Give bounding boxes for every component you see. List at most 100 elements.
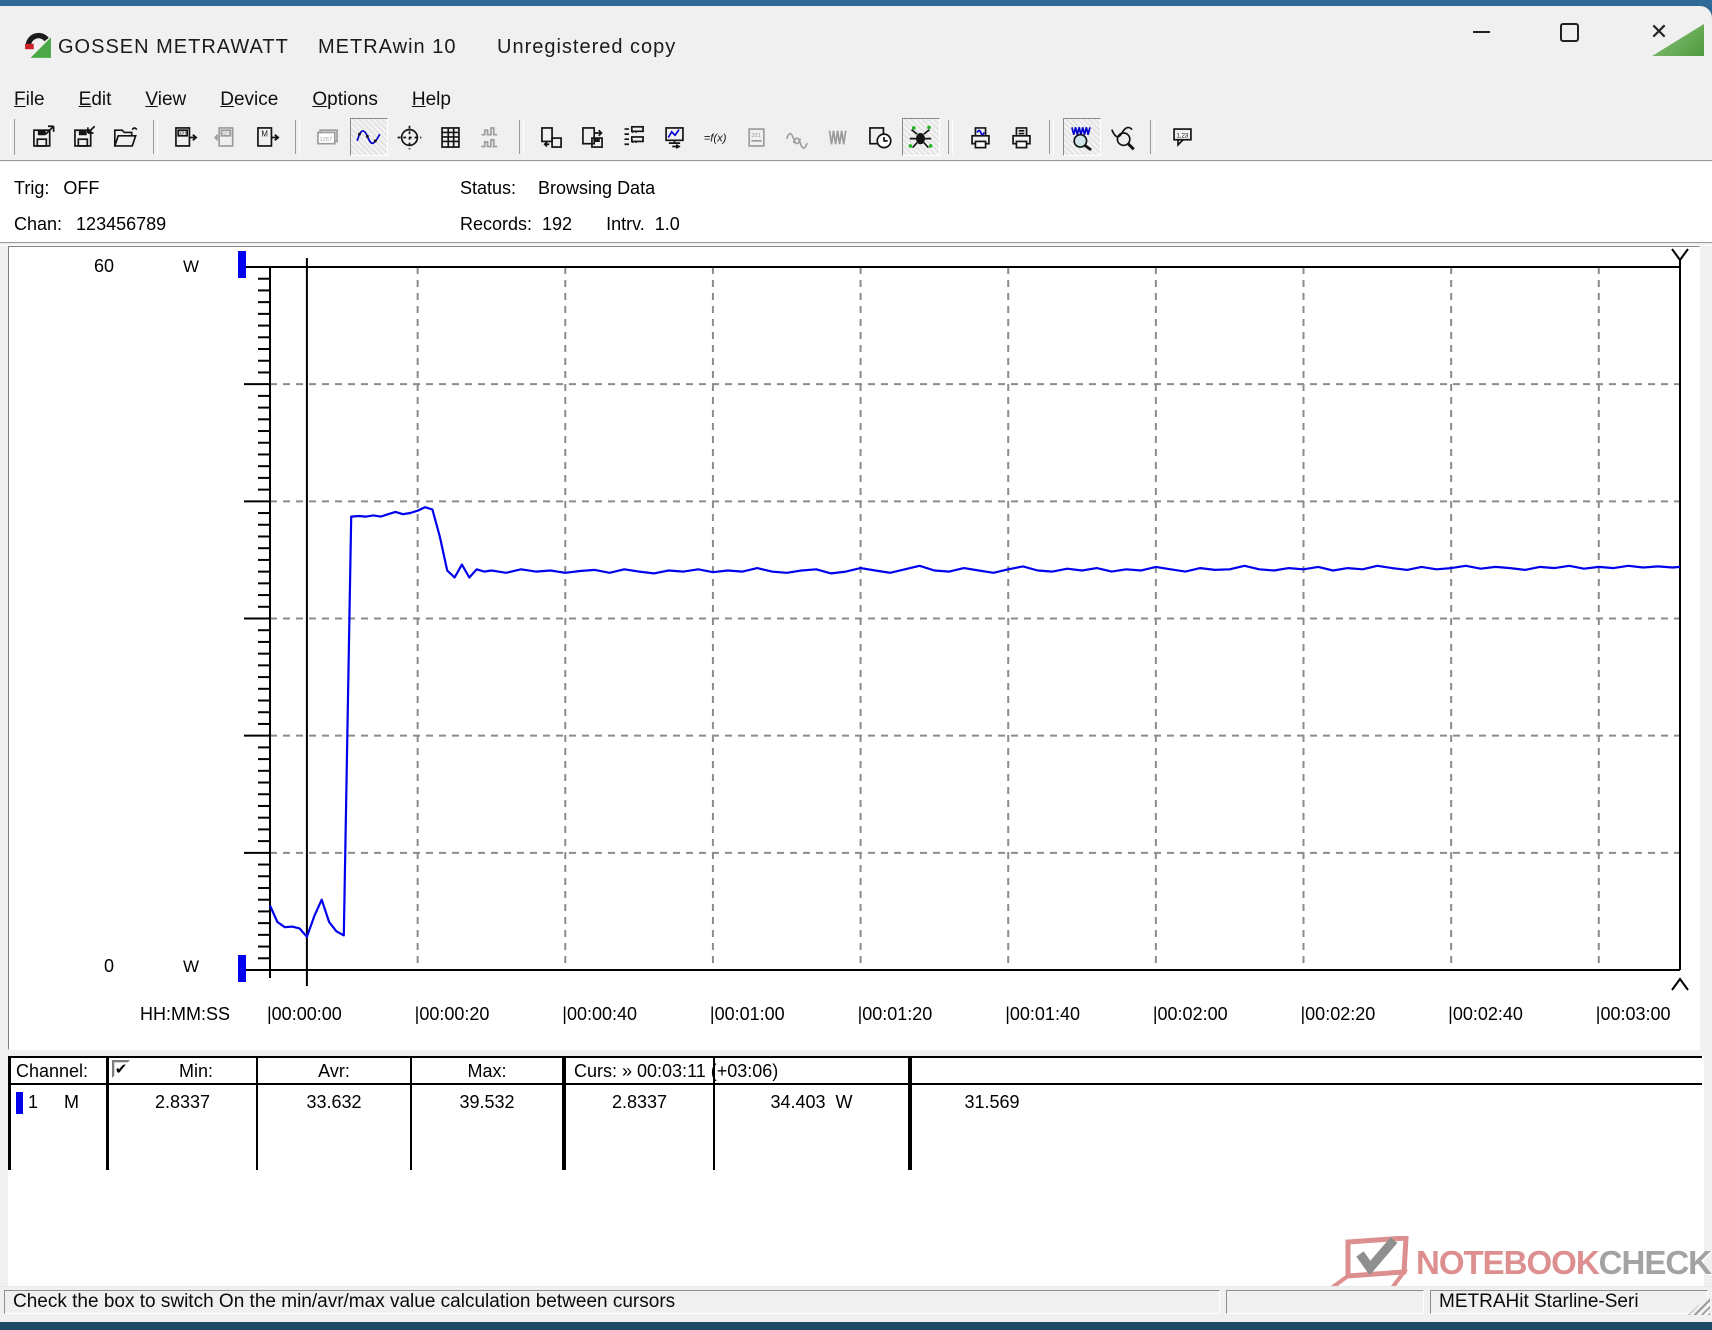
minmax-checkbox[interactable]: ✔ bbox=[112, 1060, 130, 1078]
envelope-curve-button bbox=[820, 118, 858, 156]
maximize-button[interactable] bbox=[1540, 12, 1598, 52]
numeric-display-button: 321 bbox=[738, 118, 776, 156]
menu-item-edit[interactable]: Edit bbox=[79, 89, 112, 111]
svg-text:321: 321 bbox=[179, 131, 188, 137]
desktop: GOSSEN METRAWATT METRAwin 10 Unregistere… bbox=[0, 0, 1712, 1330]
chart-view-button[interactable] bbox=[350, 118, 388, 156]
sampling-settings-icon bbox=[907, 124, 934, 151]
status-device-name: METRAHit Starline-Seri bbox=[1430, 1290, 1708, 1314]
gossen-metrawatt-logo-icon bbox=[24, 32, 52, 60]
table-view-button[interactable] bbox=[432, 118, 470, 156]
dual-curve-button bbox=[779, 118, 817, 156]
monitor-view-icon bbox=[661, 124, 688, 151]
menu-item-options[interactable]: Options bbox=[312, 89, 377, 111]
toolbar: 321 321 M 1257 =f(x) 321 1,23 bbox=[0, 114, 1712, 160]
print-button[interactable] bbox=[1003, 118, 1041, 156]
trig-value: OFF bbox=[63, 178, 99, 199]
svg-text:321: 321 bbox=[751, 132, 760, 138]
read-from-device-button[interactable]: 321 bbox=[167, 118, 205, 156]
chart-view-icon bbox=[355, 124, 382, 151]
svg-text:1257: 1257 bbox=[320, 136, 332, 142]
statistics-view-icon bbox=[478, 124, 505, 151]
time-settings-button[interactable] bbox=[861, 118, 899, 156]
value-tooltip-button[interactable]: 1,23 bbox=[1164, 118, 1202, 156]
zoom-curve-icon bbox=[1109, 124, 1136, 151]
cell-cursor2-value: 34.403 W bbox=[715, 1092, 908, 1113]
status-segment-empty bbox=[1226, 1290, 1424, 1314]
menu-item-view[interactable]: View bbox=[145, 89, 186, 111]
cell-cursor-average: 31.569 bbox=[912, 1092, 1072, 1113]
menu-item-help[interactable]: Help bbox=[412, 89, 451, 111]
table-header-avr: Avr: bbox=[258, 1061, 410, 1082]
toolbar-grip[interactable] bbox=[10, 119, 15, 155]
print-icon bbox=[1008, 124, 1035, 151]
toolbar-separator bbox=[153, 120, 158, 154]
close-icon: ✕ bbox=[1650, 21, 1668, 43]
toolbar-separator bbox=[1049, 120, 1054, 154]
open-file-icon bbox=[112, 124, 139, 151]
minimize-button[interactable] bbox=[1452, 12, 1510, 52]
open-file-button[interactable] bbox=[107, 118, 145, 156]
multimeter-display-icon: 1257 bbox=[314, 124, 341, 151]
cell-channel-number: 1 bbox=[28, 1092, 38, 1113]
table-divider bbox=[106, 1056, 109, 1170]
status-value: Browsing Data bbox=[538, 178, 655, 199]
cursor-crosshair-button[interactable] bbox=[391, 118, 429, 156]
store-configuration-button[interactable] bbox=[574, 118, 612, 156]
toolbar-separator bbox=[948, 120, 953, 154]
table-divider bbox=[8, 1056, 11, 1170]
title-brand: GOSSEN METRAWATT bbox=[58, 36, 289, 59]
menu-bar: File Edit View Device Options Help bbox=[0, 84, 1712, 116]
table-header-max: Max: bbox=[412, 1061, 562, 1082]
print-preview-button[interactable] bbox=[962, 118, 1000, 156]
save-as-button[interactable] bbox=[66, 118, 104, 156]
title-app-name: METRAwin 10 bbox=[318, 36, 456, 59]
envelope-curve-icon bbox=[825, 124, 852, 151]
table-header-underline bbox=[8, 1083, 1702, 1085]
dual-curve-icon bbox=[784, 124, 811, 151]
table-border bbox=[8, 1056, 1702, 1058]
table-header-channel: Channel: bbox=[16, 1061, 88, 1082]
save-file-icon bbox=[30, 124, 57, 151]
title-bar: GOSSEN METRAWATT METRAwin 10 Unregistere… bbox=[0, 6, 1712, 84]
zoom-curve-button[interactable] bbox=[1104, 118, 1142, 156]
read-device-memory-icon: 321 bbox=[213, 124, 240, 151]
menu-item-file[interactable]: File bbox=[14, 89, 45, 111]
channel-settings-button[interactable] bbox=[615, 118, 653, 156]
cursor-crosshair-icon bbox=[396, 124, 423, 151]
read-from-device-icon: 321 bbox=[172, 124, 199, 151]
taskbar-edge bbox=[0, 1322, 1712, 1330]
zoom-time-button[interactable] bbox=[1063, 118, 1101, 156]
table-divider bbox=[908, 1056, 912, 1170]
cell-min: 2.8337 bbox=[109, 1092, 256, 1113]
sampling-settings-button[interactable] bbox=[902, 118, 940, 156]
numeric-display-icon: 321 bbox=[743, 124, 770, 151]
interval-label: Intrv. bbox=[606, 214, 645, 235]
records-label: Records: bbox=[460, 214, 532, 235]
formula-editor-button[interactable]: =f(x) bbox=[697, 118, 735, 156]
channel-settings-icon bbox=[620, 124, 647, 151]
store-configuration-icon bbox=[579, 124, 606, 151]
status-message: Check the box to switch On the min/avr/m… bbox=[4, 1290, 1220, 1314]
statistics-view-button bbox=[473, 118, 511, 156]
value-tooltip-icon: 1,23 bbox=[1169, 124, 1196, 151]
chart-panel[interactable] bbox=[8, 246, 1700, 1050]
svg-text:M: M bbox=[261, 129, 268, 138]
status-bar: Check the box to switch On the min/avr/m… bbox=[0, 1286, 1712, 1317]
menu-item-device[interactable]: Device bbox=[220, 89, 278, 111]
send-to-device-button[interactable]: M bbox=[249, 118, 287, 156]
multimeter-display-button: 1257 bbox=[309, 118, 347, 156]
send-to-device-icon: M bbox=[254, 124, 281, 151]
trig-label: Trig: bbox=[14, 178, 49, 199]
table-view-icon bbox=[437, 124, 464, 151]
cell-max: 39.532 bbox=[412, 1092, 562, 1113]
chan-label: Chan: bbox=[14, 214, 62, 235]
save-file-button[interactable] bbox=[25, 118, 63, 156]
export-data-button[interactable] bbox=[533, 118, 571, 156]
save-as-icon bbox=[71, 124, 98, 151]
toolbar-separator bbox=[295, 120, 300, 154]
info-panel: Trig: OFF Chan: 123456789 Status: Browsi… bbox=[0, 162, 1712, 242]
status-label: Status: bbox=[460, 178, 516, 199]
monitor-view-button[interactable] bbox=[656, 118, 694, 156]
print-preview-icon bbox=[967, 124, 994, 151]
